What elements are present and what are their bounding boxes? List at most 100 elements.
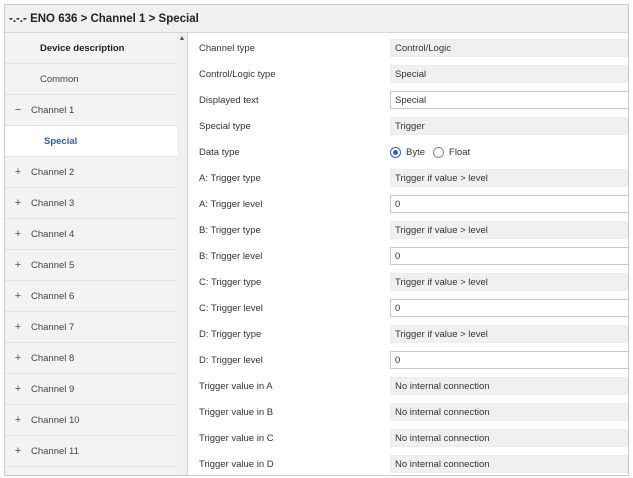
d-trigger-type-select[interactable]: Trigger if value > level [390,325,628,343]
select-value: Special [395,68,427,80]
radio-label: Byte [406,146,426,158]
sidebar-item-label: Channel 8 [31,352,75,364]
collapse-icon[interactable]: − [5,104,31,116]
input-value: 0 [395,250,401,262]
special-type-select[interactable]: Trigger [390,117,628,135]
b-trigger-type-select[interactable]: Trigger if value > level [390,221,628,239]
b-trigger-level-stepper[interactable]: 0 [390,247,628,265]
param-label-d-trigger-level: D: Trigger level [199,354,263,366]
expand-icon[interactable]: + [5,197,31,209]
param-label-displayed-text: Displayed text [199,94,259,106]
parameter-panel: Channel type Control/Logic Control/Logic… [188,33,628,475]
expand-icon[interactable]: + [5,259,31,271]
select-value: No internal connection [395,458,490,470]
select-value: Trigger if value > level [395,328,488,340]
select-value: No internal connection [395,380,490,392]
sidebar-item-channel-7[interactable]: + Channel 7 [5,312,177,343]
param-label-a-trigger-type: A: Trigger type [199,172,261,184]
radio-option-float[interactable]: Float [433,146,471,158]
sidebar-item-device-description[interactable]: Device description [5,33,177,64]
sidebar-item-channel-4[interactable]: + Channel 4 [5,219,177,250]
param-label-b-trigger-level: B: Trigger level [199,250,263,262]
expand-icon[interactable]: + [5,352,31,364]
expand-icon[interactable]: + [5,290,31,302]
sidebar-item-label: Channel 1 [31,104,75,116]
param-label-c-trigger-level: C: Trigger level [199,302,263,314]
input-value: 0 [395,302,401,314]
trigger-value-d-select[interactable]: No internal connection [390,455,628,473]
control-logic-type-select[interactable]: Special [390,65,628,83]
radio-button-checked[interactable] [390,146,401,158]
sidebar-item-channel-9[interactable]: + Channel 9 [5,374,177,405]
a-trigger-type-select[interactable]: Trigger if value > level [390,169,628,187]
select-value: No internal connection [395,406,490,418]
sidebar-item-channel-6[interactable]: + Channel 6 [5,281,177,312]
sidebar-item-common[interactable]: Common [5,64,177,95]
select-value: Trigger if value > level [395,276,488,288]
displayed-text-field[interactable]: Special [390,91,628,109]
input-value: 0 [395,354,401,366]
sidebar-item-channel-1[interactable]: − Channel 1 [5,95,177,126]
trigger-value-b-select[interactable]: No internal connection [390,403,628,421]
sidebar-item-channel-5[interactable]: + Channel 5 [5,250,177,281]
param-label-special-type: Special type [199,120,251,132]
sidebar-item-label: Channel 2 [31,166,75,178]
sidebar-item-channel-10[interactable]: + Channel 10 [5,405,177,436]
param-label-trigger-value-d: Trigger value in D [199,458,274,470]
expand-icon[interactable]: + [5,321,31,333]
app-window: -.-.- ENO 636 > Channel 1 > Special Devi… [4,4,629,476]
sidebar-item-channel-11[interactable]: + Channel 11 [5,436,177,467]
sidebar-item-special[interactable]: Special [5,126,177,157]
c-trigger-type-select[interactable]: Trigger if value > level [390,273,628,291]
param-label-trigger-value-c: Trigger value in C [199,432,274,444]
sidebar-item-label: Channel 10 [31,414,80,426]
param-label-control-logic-type: Control/Logic type [199,68,276,80]
select-value: Trigger if value > level [395,172,488,184]
sidebar-item-label: Channel 11 [31,445,79,457]
expand-icon[interactable]: + [5,166,31,178]
expand-icon[interactable]: + [5,445,31,457]
radio-option-byte[interactable]: Byte [390,146,426,158]
input-value: 0 [395,198,401,210]
c-trigger-level-stepper[interactable]: 0 [390,299,628,317]
sidebar-item-label: Channel 5 [31,259,75,271]
trigger-value-c-select[interactable]: No internal connection [390,429,628,447]
sidebar-item-label: Channel 6 [31,290,75,302]
param-label-a-trigger-level: A: Trigger level [199,198,263,210]
param-label-data-type: Data type [199,146,240,158]
param-label-trigger-value-a: Trigger value in A [199,380,273,392]
expand-icon[interactable]: + [5,383,31,395]
select-value: Trigger if value > level [395,224,488,236]
sidebar-scrollbar[interactable]: ▲ [177,33,187,475]
param-label-c-trigger-type: C: Trigger type [199,276,262,288]
sidebar-item-channel-2[interactable]: + Channel 2 [5,157,177,188]
sidebar-item-channel-8[interactable]: + Channel 8 [5,343,177,374]
select-value: Control/Logic [395,42,451,54]
channel-type-select[interactable]: Control/Logic [390,39,628,57]
param-label-trigger-value-b: Trigger value in B [199,406,274,418]
select-value: Trigger [395,120,425,132]
expand-icon[interactable]: + [5,414,31,426]
param-label-d-trigger-type: D: Trigger type [199,328,262,340]
d-trigger-level-stepper[interactable]: 0 [390,351,628,369]
scroll-up-icon[interactable]: ▲ [177,33,187,45]
sidebar-item-label: Channel 4 [31,228,75,240]
param-label-channel-type: Channel type [199,42,255,54]
sidebar: Device description Common − Channel 1 Spe… [5,33,187,475]
param-label-b-trigger-type: B: Trigger type [199,224,261,236]
sidebar-item-label: Special [44,135,78,147]
sidebar-item-label: Common [40,73,79,85]
radio-button-unchecked[interactable] [433,146,445,158]
expand-icon[interactable]: + [5,228,31,240]
sidebar-item-channel-3[interactable]: + Channel 3 [5,188,177,219]
sidebar-item-label: Device description [40,42,125,54]
sidebar-item-label: Channel 9 [31,383,75,395]
sidebar-item-label: Channel 3 [31,197,75,209]
trigger-value-a-select[interactable]: No internal connection [390,377,628,395]
radio-label: Float [449,146,471,158]
input-value: Special [395,94,427,106]
sidebar-item-label: Channel 7 [31,321,75,333]
data-type-radio-group: Byte Float [390,143,478,161]
a-trigger-level-stepper[interactable]: 0 [390,195,628,213]
select-value: No internal connection [395,432,490,444]
